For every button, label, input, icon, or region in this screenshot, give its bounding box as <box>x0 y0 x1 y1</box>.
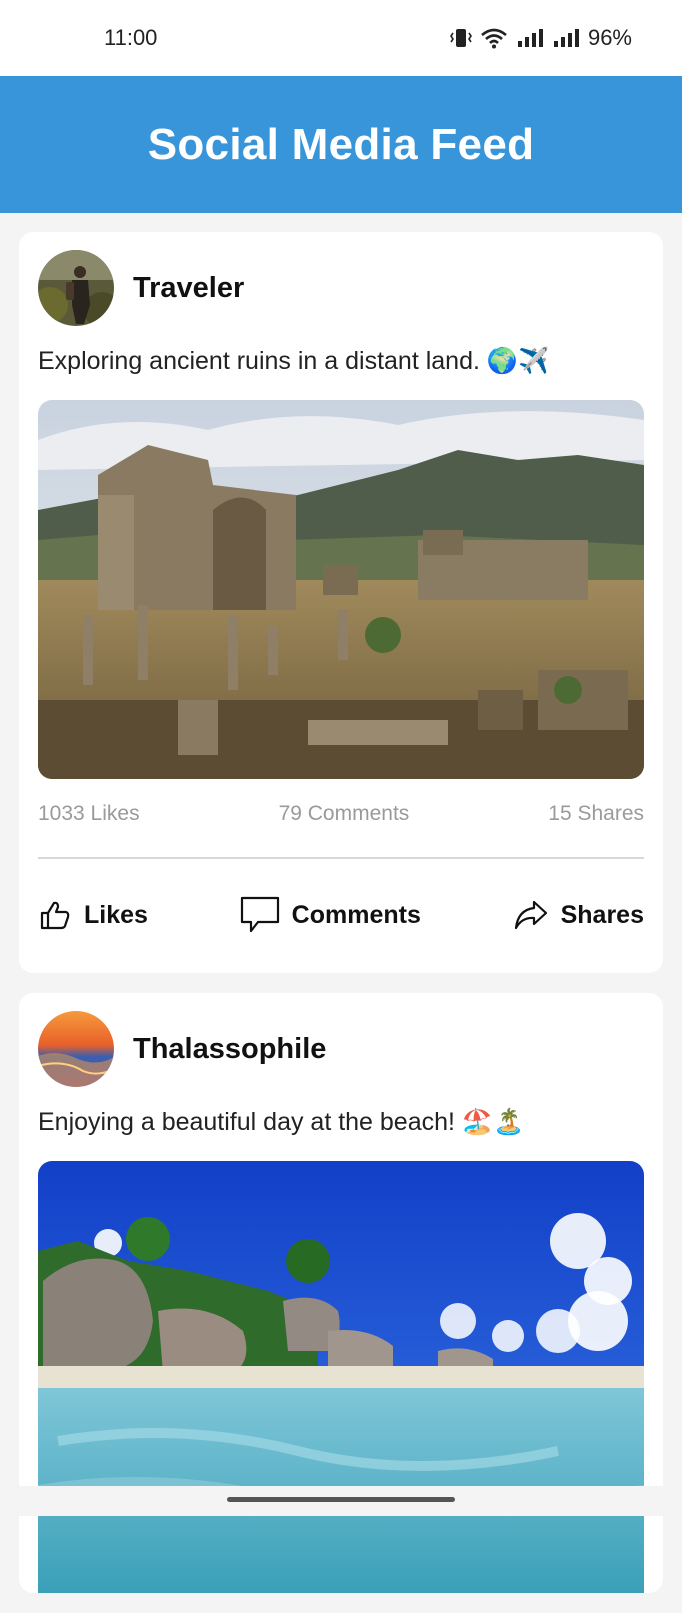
app-header: Social Media Feed <box>0 76 682 213</box>
comment-label: Comments <box>291 900 421 929</box>
wifi-icon <box>480 27 508 49</box>
post-header: Traveler <box>38 250 244 326</box>
share-button[interactable]: Shares <box>513 898 644 932</box>
status-time: 11:00 <box>104 25 158 50</box>
home-indicator[interactable] <box>227 1497 455 1502</box>
post-caption: Enjoying a beautiful day at the beach! 🏖… <box>38 1108 525 1136</box>
likes-count: 1033 Likes <box>38 802 140 825</box>
like-button[interactable]: Likes <box>38 898 148 932</box>
comment-icon <box>240 895 280 935</box>
username[interactable]: Traveler <box>133 272 244 305</box>
vibrate-icon <box>449 27 472 49</box>
status-bar: 11:00 96% <box>0 0 682 76</box>
signal-icon-2 <box>552 27 580 49</box>
shares-count: 15 Shares <box>548 802 644 825</box>
post-image[interactable] <box>38 400 644 779</box>
share-label: Shares <box>560 900 644 929</box>
page-title: Social Media Feed <box>147 119 535 169</box>
post-stats: 1033 Likes 79 Comments 15 Shares <box>38 802 644 826</box>
avatar[interactable] <box>38 250 114 326</box>
navigation-bar <box>0 1486 682 1516</box>
thumbs-up-icon <box>38 898 72 932</box>
signal-icon <box>516 27 544 49</box>
post-caption: Exploring ancient ruins in a distant lan… <box>38 347 550 375</box>
avatar[interactable] <box>38 1011 114 1087</box>
status-icons: 96% <box>449 25 632 51</box>
post-card: Traveler Exploring ancient ruins in a di… <box>19 232 663 973</box>
comment-button[interactable]: Comments <box>240 895 421 935</box>
post-image[interactable] <box>38 1161 644 1593</box>
comments-count: 79 Comments <box>278 802 410 825</box>
feed[interactable]: Traveler Exploring ancient ruins in a di… <box>19 232 663 1613</box>
username[interactable]: Thalassophile <box>133 1033 326 1066</box>
like-label: Likes <box>84 900 148 929</box>
post-actions: Likes Comments Shares <box>38 895 644 935</box>
divider <box>38 857 644 859</box>
battery-level: 96% <box>587 25 632 50</box>
share-icon <box>513 898 549 932</box>
post-header: Thalassophile <box>38 1011 326 1087</box>
